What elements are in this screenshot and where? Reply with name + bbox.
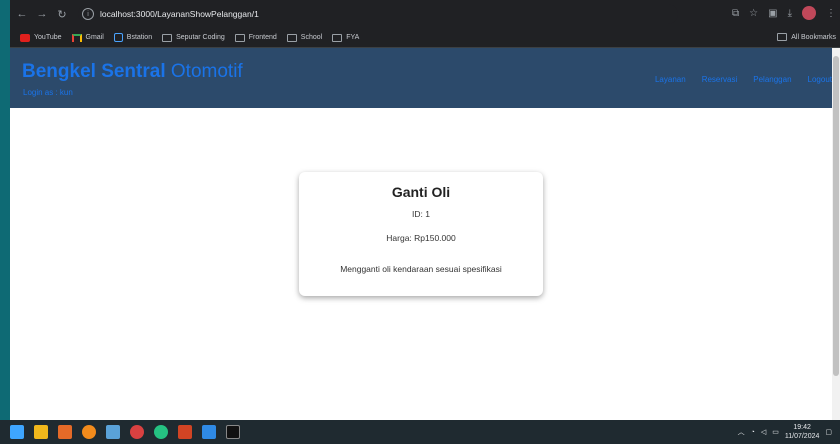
all-bookmarks[interactable]: All Bookmarks	[777, 33, 836, 41]
vscode-icon[interactable]	[202, 425, 216, 439]
bookmark-seputar-coding[interactable]: Seputar Coding	[162, 33, 225, 42]
scroll-thumb[interactable]	[833, 56, 839, 376]
app-icon[interactable]	[58, 425, 72, 439]
youtube-icon	[20, 33, 30, 42]
windows-taskbar: ︿ ◔ ◁ ▭ 19:42 11/07/2024 ▢	[0, 420, 840, 444]
menu-icon[interactable]: ⋮	[826, 8, 836, 19]
wifi-icon[interactable]: ◔	[751, 429, 755, 436]
main-nav: Layanan Reservasi Pelanggan Logout	[655, 75, 832, 84]
site-info-icon[interactable]: i	[82, 8, 94, 20]
bookmark-bstation[interactable]: Bstation	[113, 33, 152, 42]
profile-avatar[interactable]	[802, 6, 816, 20]
address-bar[interactable]: i localhost:3000/LayananShowPelanggan/1	[78, 4, 678, 24]
windows-start-icon[interactable]	[10, 425, 24, 439]
app-header: Bengkel Sentral Otomotif Login as : kun …	[10, 48, 840, 108]
nav-reservasi[interactable]: Reservasi	[702, 75, 738, 84]
clock-date: 11/07/2024	[784, 433, 820, 440]
folder-icon	[332, 33, 343, 42]
bstation-icon	[113, 33, 123, 42]
bookmark-star-icon[interactable]: ☆	[749, 8, 758, 19]
page-scrollbar[interactable]	[832, 48, 840, 420]
folder-icon	[286, 33, 297, 42]
whatsapp-icon[interactable]	[154, 425, 168, 439]
clock-time: 19:42	[793, 424, 811, 431]
nav-logout[interactable]: Logout	[808, 75, 832, 84]
service-description: Mengganti oli kendaraan sesuai spesifika…	[340, 264, 502, 274]
firefox-icon[interactable]	[82, 425, 96, 439]
screen-share-icon[interactable]: ⧉	[732, 8, 739, 19]
folder-icon	[234, 33, 245, 42]
browser-toolbar: ← → ↻ i localhost:3000/LayananShowPelang…	[10, 0, 840, 28]
folder-icon	[162, 33, 173, 42]
brand-suffix: Otomotif	[170, 61, 243, 82]
file-explorer-icon[interactable]	[34, 425, 48, 439]
nav-pelanggan[interactable]: Pelanggan	[753, 75, 791, 84]
folder-icon	[777, 33, 788, 41]
tray-chevron-icon[interactable]: ︿	[738, 427, 745, 437]
extension-icon[interactable]: ▣	[768, 8, 777, 19]
bookmark-school[interactable]: School	[286, 33, 322, 42]
bookmark-fya[interactable]: FYA	[332, 33, 359, 42]
keyboard-icon[interactable]: ▭	[772, 428, 779, 436]
service-title: Ganti Oli	[391, 184, 451, 200]
chrome-icon[interactable]	[130, 425, 144, 439]
reload-icon[interactable]: ↻	[54, 6, 70, 22]
service-price: Harga: Rp150.000	[386, 233, 456, 243]
bookmark-frontend[interactable]: Frontend	[234, 33, 277, 42]
bookmark-youtube[interactable]: YouTube	[20, 33, 62, 42]
bookmark-gmail[interactable]: Gmail	[71, 33, 104, 42]
volume-icon[interactable]: ◁	[761, 428, 766, 436]
back-icon[interactable]: ←	[14, 6, 30, 22]
browser-window: ← → ↻ i localhost:3000/LayananShowPelang…	[10, 0, 840, 420]
nav-layanan[interactable]: Layanan	[655, 75, 686, 84]
system-clock[interactable]: 19:42 11/07/2024	[785, 423, 820, 441]
notification-icon[interactable]: ▢	[825, 428, 832, 436]
service-card: Ganti Oli ID: 1 Harga: Rp150.000 Menggan…	[299, 172, 543, 296]
bookmarks-bar: YouTube Gmail Bstation Seputar Coding Fr…	[10, 28, 840, 48]
brand-logo[interactable]: Bengkel Sentral Otomotif	[22, 62, 243, 82]
address-url: localhost:3000/LayananShowPelanggan/1	[100, 9, 259, 19]
forward-icon[interactable]: →	[34, 6, 50, 22]
gmail-icon	[71, 33, 82, 42]
files-icon[interactable]	[106, 425, 120, 439]
downloads-icon[interactable]: ⤓	[788, 8, 792, 19]
service-id: ID: 1	[412, 209, 430, 219]
powerpoint-icon[interactable]	[178, 425, 192, 439]
login-status: Login as : kun	[23, 88, 73, 97]
brand-name: Bengkel Sentral	[22, 61, 166, 82]
terminal-icon[interactable]	[226, 425, 240, 439]
